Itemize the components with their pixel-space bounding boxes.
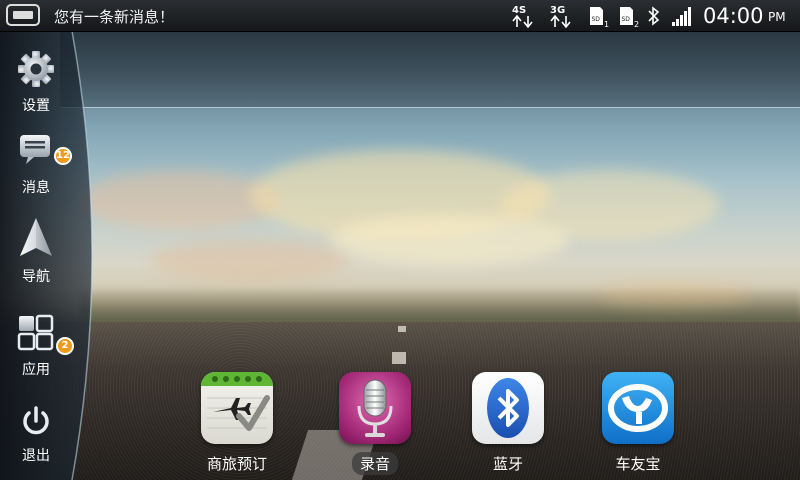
sd-card-2-icon: SD 2	[620, 7, 639, 29]
app-label-bluetooth: 蓝牙	[492, 455, 523, 473]
sidebar-item-settings[interactable]: 设置	[0, 49, 72, 115]
carpal-app-icon	[602, 372, 674, 444]
sidebar-label-navigation: 导航	[22, 269, 50, 285]
app-label-carpal: 车友宝	[615, 455, 661, 473]
clock-ampm: PM	[768, 10, 786, 24]
messages-badge: 12	[54, 147, 72, 165]
top-band	[60, 31, 800, 108]
bluetooth-app-icon	[472, 372, 544, 444]
app-recorder[interactable]: 录音	[330, 372, 420, 475]
gear-icon	[18, 51, 54, 87]
svg-text:SD: SD	[592, 16, 601, 23]
apps-badge: 2	[56, 337, 74, 355]
power-icon	[23, 406, 49, 435]
svg-text:4S: 4S	[512, 5, 526, 16]
sidebar-label-exit: 退出	[22, 448, 50, 464]
message-icon	[20, 135, 50, 164]
app-label-recorder: 录音	[351, 452, 398, 475]
sidebar-label-apps: 应用	[22, 362, 50, 378]
sidebar-label-messages: 消息	[22, 180, 50, 196]
sidebar-item-exit[interactable]: 退出	[0, 405, 72, 465]
svg-text:1: 1	[604, 20, 609, 29]
apps-grid-icon	[17, 314, 54, 351]
app-carpal[interactable]: 车友宝	[593, 372, 683, 475]
sidebar: 设置 12 消息 导航 2 应用 退出	[0, 31, 112, 480]
signal-strength-icon	[672, 7, 691, 26]
svg-text:3G: 3G	[550, 5, 565, 16]
sidebar-item-apps[interactable]: 2 应用	[0, 313, 74, 379]
app-bluetooth[interactable]: 蓝牙	[463, 372, 553, 475]
navigation-arrow-icon	[20, 218, 52, 256]
sidebar-label-settings: 设置	[22, 98, 50, 114]
menu-icon[interactable]	[6, 4, 40, 26]
app-travel-booking[interactable]: 商旅预订	[192, 372, 282, 475]
sd-card-1-icon: SD 1	[590, 7, 609, 29]
sidebar-item-navigation[interactable]: 导航	[0, 216, 72, 286]
svg-text:2: 2	[634, 20, 639, 29]
sidebar-item-messages[interactable]: 12 消息	[0, 131, 72, 197]
travel-booking-icon	[201, 372, 273, 444]
notification-message[interactable]: 您有一条新消息！	[54, 6, 174, 27]
bluetooth-status-icon	[648, 6, 660, 26]
svg-text:SD: SD	[622, 16, 631, 23]
app-label-travel-booking: 商旅预订	[206, 455, 267, 473]
network-4s-icon: 4S	[512, 5, 533, 29]
status-bar: 您有一条新消息！ 4S 3G SD 1 SD 2 04:00 PM	[0, 0, 800, 32]
clock-time: 04:00	[703, 4, 764, 28]
microphone-icon	[339, 372, 411, 444]
network-3g-icon: 3G	[550, 5, 571, 29]
